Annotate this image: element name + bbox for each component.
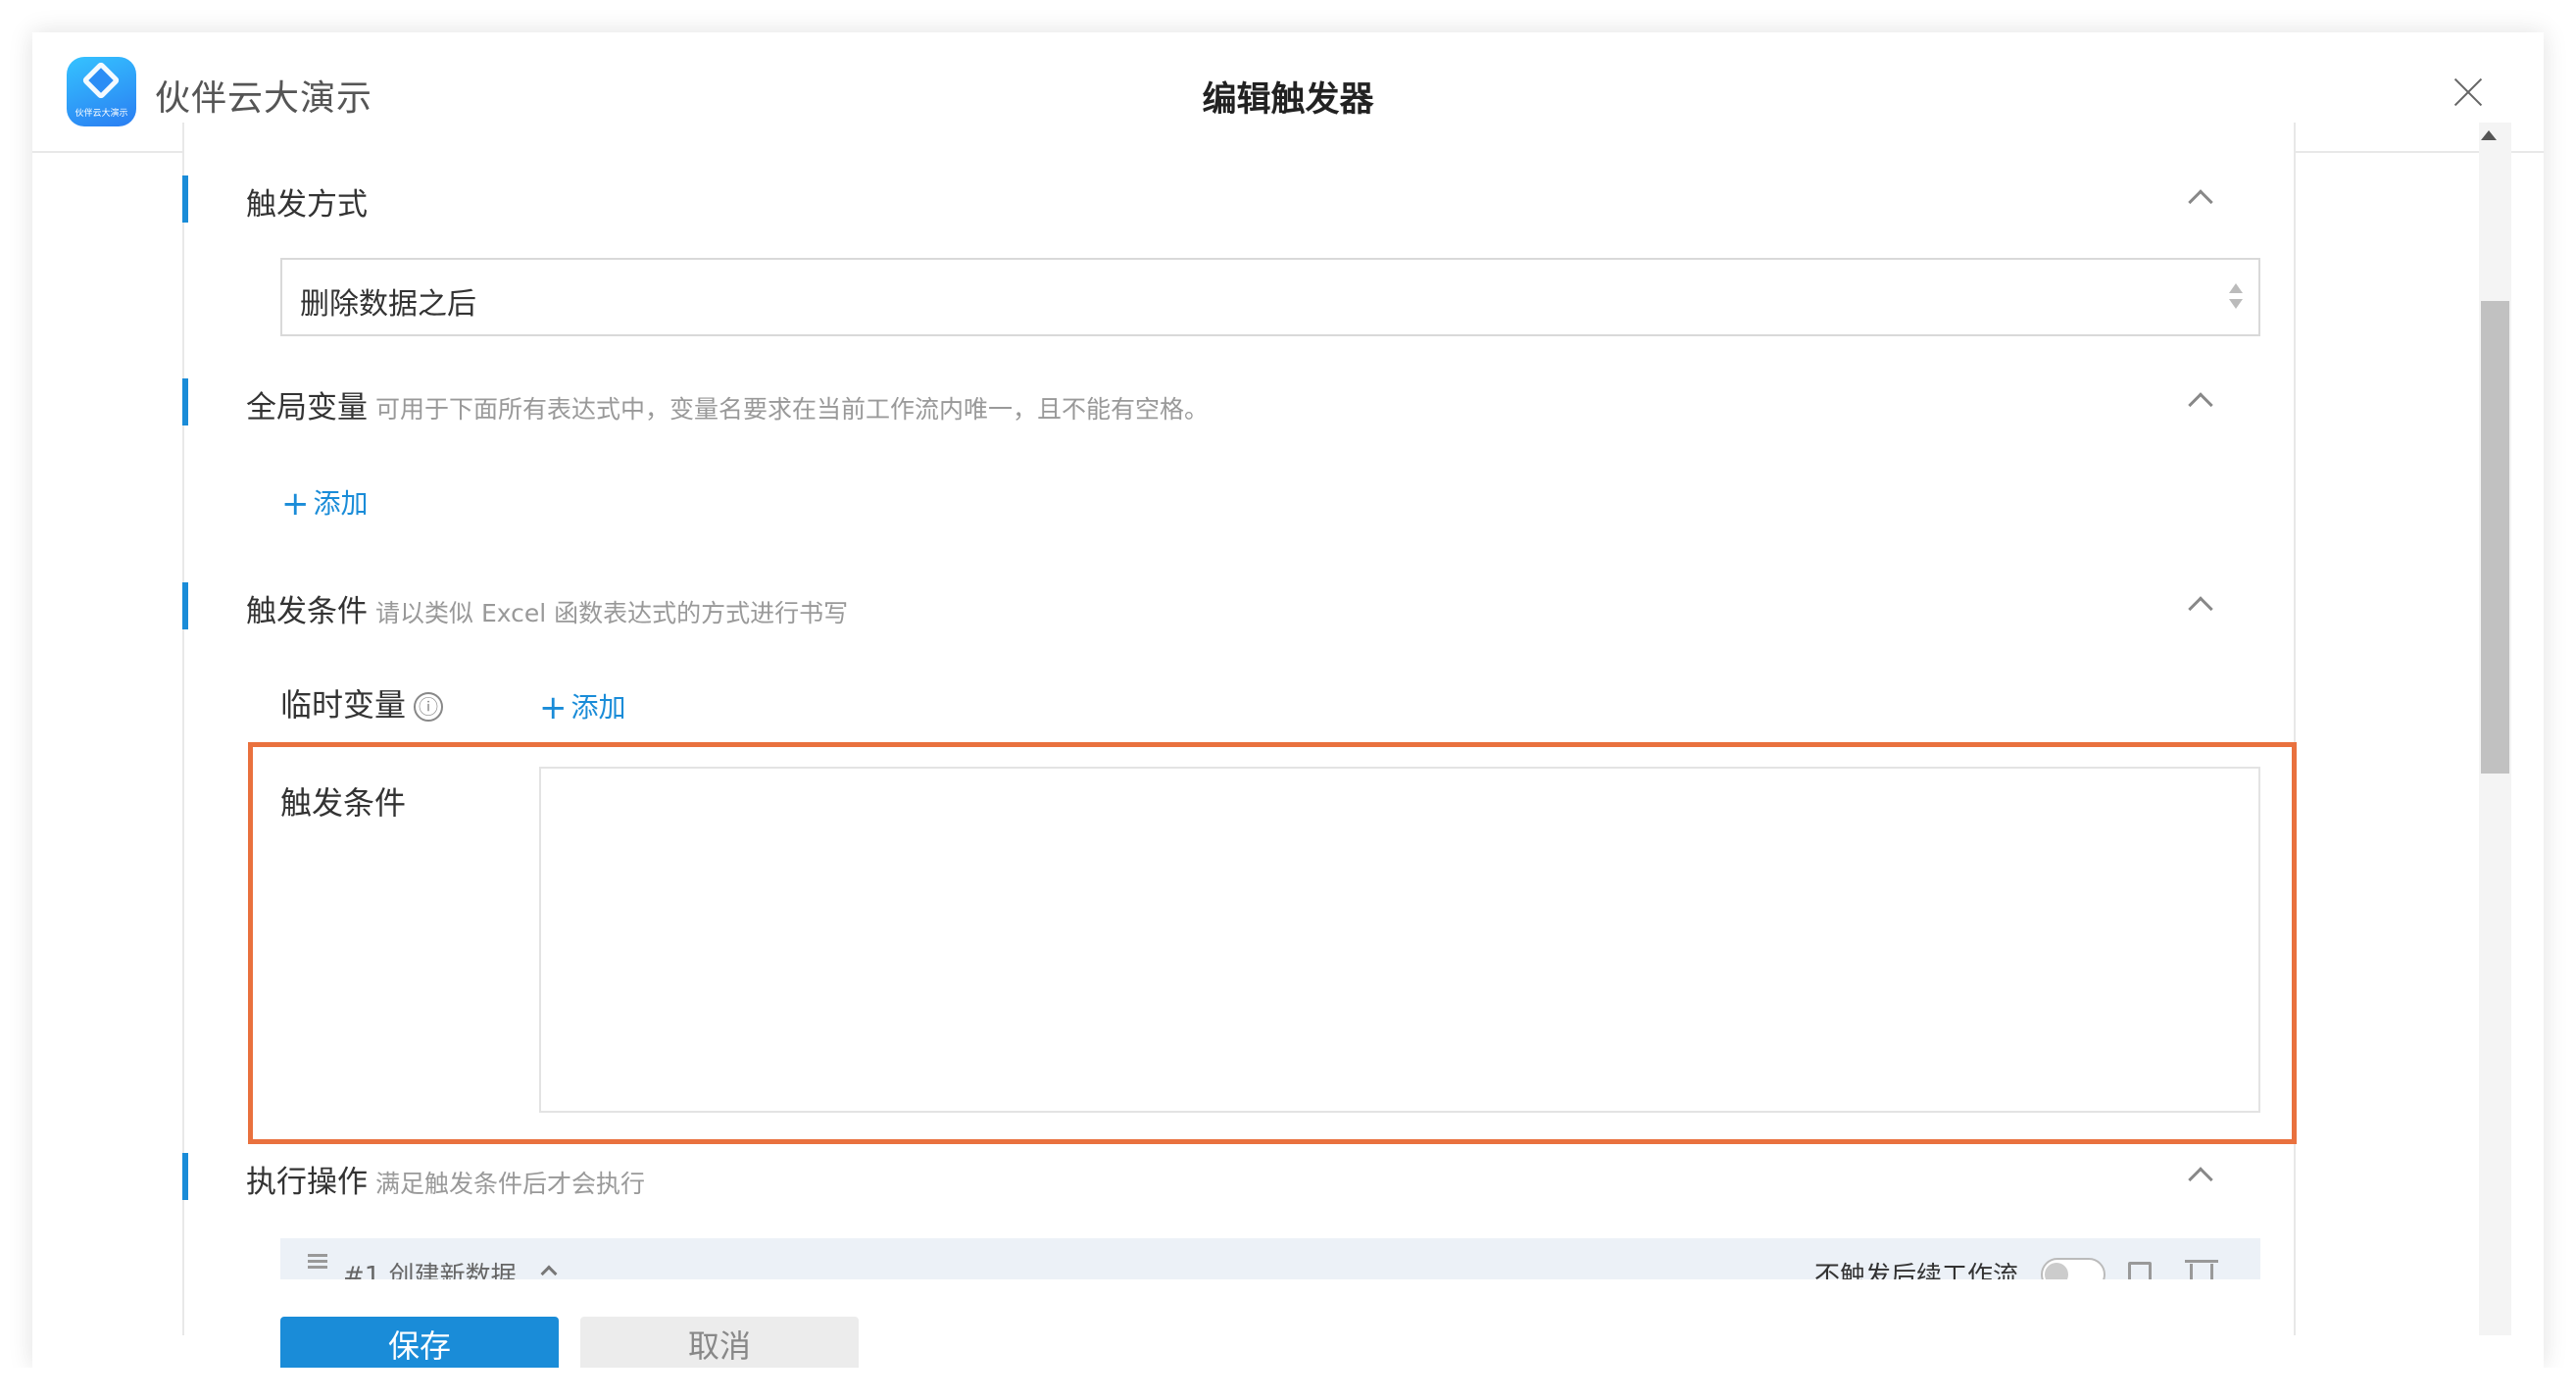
section-title: 触发条件 (246, 594, 368, 629)
trigger-mode-selected-value: 删除数据之后 (300, 287, 476, 322)
chevron-up-icon[interactable] (540, 1265, 558, 1279)
section-accent-bar (182, 175, 188, 223)
scrollbar-thumb[interactable] (2481, 301, 2509, 774)
save-button[interactable]: 保存 (280, 1317, 559, 1375)
trash-icon[interactable] (2185, 1260, 2218, 1279)
action-item-label: #1 创建新数据 (343, 1262, 517, 1279)
section-title: 执行操作 (246, 1165, 368, 1200)
copy-icon[interactable] (2128, 1262, 2152, 1279)
section-accent-bar (182, 582, 188, 629)
add-label: 添加 (570, 691, 626, 724)
select-arrows-icon (2229, 283, 2243, 315)
section-title: 触发方式 (246, 187, 368, 223)
section-accent-bar (182, 1153, 188, 1200)
add-global-var-button[interactable]: + 添加 (281, 482, 369, 524)
section-title: 全局变量 (246, 390, 368, 425)
no-trigger-subsequent-toggle[interactable] (2041, 1258, 2105, 1279)
trigger-condition-input[interactable] (539, 767, 2260, 1113)
temp-var-label-text: 临时变量 (280, 686, 407, 724)
add-label: 添加 (313, 487, 369, 520)
section-hint: 可用于下面所有表达式中，变量名要求在当前工作流内唯一，且不能有空格。 (375, 395, 1210, 424)
section-hint: 请以类似 Excel 函数表达式的方式进行书写 (375, 599, 849, 627)
trigger-mode-select[interactable]: 删除数据之后 (280, 258, 2260, 336)
section-accent-bar (182, 378, 188, 425)
temp-var-label: 临时变量 ⓘ (280, 680, 444, 725)
drag-handle-icon[interactable] (308, 1260, 327, 1263)
info-icon[interactable]: ⓘ (414, 692, 444, 722)
cancel-button[interactable]: 取消 (580, 1317, 859, 1375)
no-trigger-subsequent-label: 不触发后续工作流 (1814, 1262, 2019, 1279)
section-hint: 满足触发条件后才会执行 (375, 1170, 646, 1198)
action-item[interactable]: #1 创建新数据 不触发后续工作流 (280, 1238, 2260, 1279)
plus-icon: + (539, 688, 568, 727)
page-bottom-area (0, 1368, 2576, 1400)
condition-field-label: 触发条件 (280, 784, 407, 822)
close-icon[interactable] (2452, 75, 2485, 109)
scroll-up-arrow-icon[interactable] (2481, 130, 2497, 140)
add-temp-var-button[interactable]: + 添加 (539, 686, 626, 727)
dialog-title: 编辑触发器 (1202, 80, 1374, 120)
plus-icon: + (281, 484, 310, 524)
